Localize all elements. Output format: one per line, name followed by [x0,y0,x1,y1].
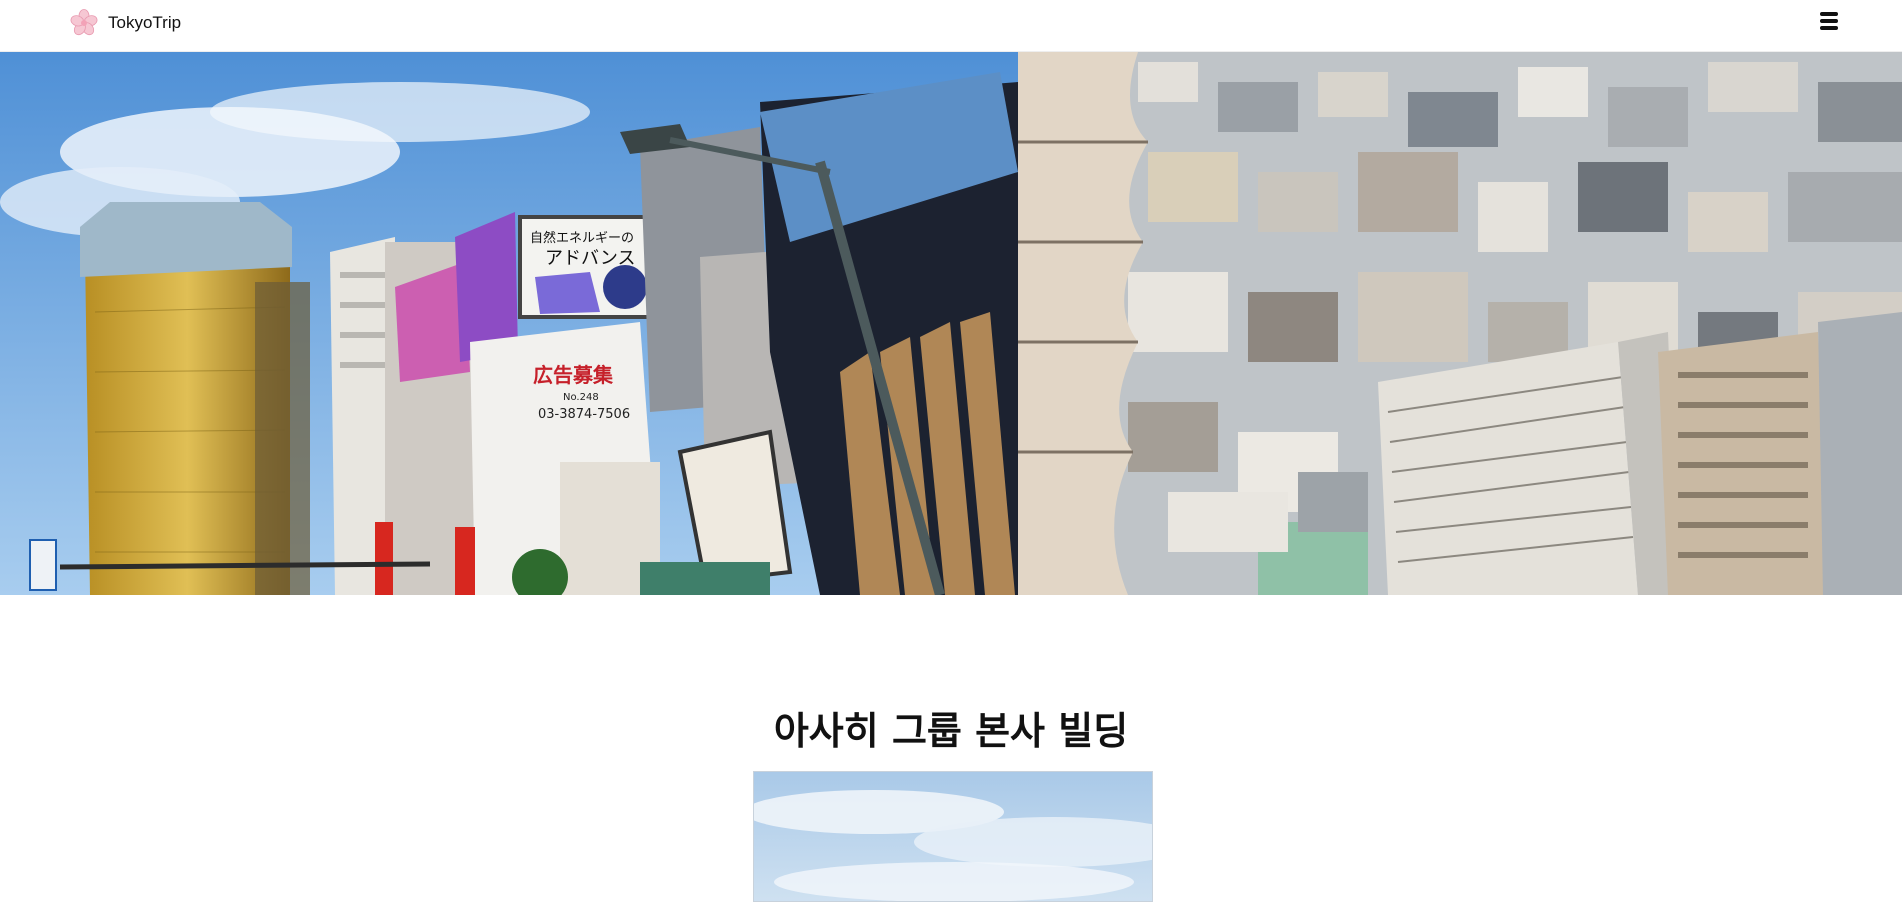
brand-name: TokyoTrip [108,13,182,32]
hero-banner: 自然エネルギーの アドバンス 広告募集 No.248 03-3874-7506 [0,52,1902,595]
cherry-blossom-icon [70,9,98,36]
ad-number: No.248 [563,392,599,403]
section-title: 아사히 그룹 본사 빌딩 [773,709,1129,753]
asakusa-street-photo: 自然エネルギーの アドバンス 広告募集 No.248 03-3874-7506 [0,52,1018,595]
billboard-line1: 自然エネルギーの [530,230,634,246]
hamburger-menu-icon[interactable] [1816,10,1842,32]
tokyo-aerial-cityscape-photo [1018,52,1902,595]
top-navbar: TokyoTrip [0,0,1902,52]
asahi-building-sky-photo [753,771,1153,902]
brand-link[interactable]: TokyoTrip [70,9,181,37]
ad-phone: 03-3874-7506 [538,407,630,422]
ad-title: 広告募集 [533,363,614,387]
